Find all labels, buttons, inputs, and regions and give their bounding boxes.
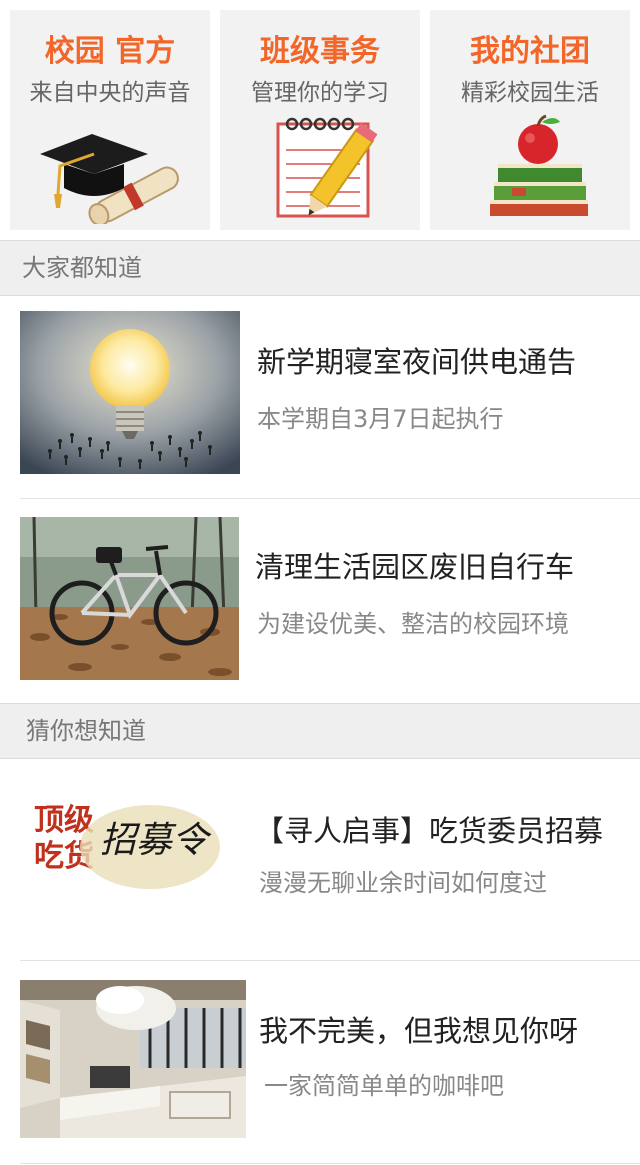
tile-subtitle: 精彩校园生活 xyxy=(461,80,599,106)
tile-title: 校园 官方 xyxy=(44,34,176,69)
section-header-guess-you-want: 猜你想知道 xyxy=(0,703,640,759)
tile-title: 我的社团 xyxy=(470,34,590,69)
tile-class-affairs[interactable]: 班级事务 管理你的学习 xyxy=(220,10,420,230)
section-title: 猜你想知道 xyxy=(26,717,146,745)
tile-title: 班级事务 xyxy=(260,34,380,69)
apple-books-icon xyxy=(490,114,588,216)
cafe-thumbnail xyxy=(20,980,246,1138)
lightbulb-thumbnail xyxy=(20,311,240,474)
notepad-pencil-icon xyxy=(276,117,378,218)
list-item[interactable]: 我不完美，但我想见你呀 一家简简单单的咖啡吧 xyxy=(0,961,640,1165)
list-item[interactable]: 清理生活园区废旧自行车 为建设优美、整洁的校园环境 xyxy=(0,499,640,701)
item-description: 一家简简单单的咖啡吧 xyxy=(264,1072,504,1100)
section-title: 大家都知道 xyxy=(22,254,142,282)
list-item[interactable]: 顶级 吃货 招募令 【寻人启事】吃货委员招募 漫漫无聊业余时间如何度过 xyxy=(0,759,640,961)
bicycle-thumbnail xyxy=(20,517,239,680)
item-title: 新学期寝室夜间供电通告 xyxy=(257,345,577,379)
item-title: 我不完美，但我想见你呀 xyxy=(259,1014,579,1048)
recruit-thumbnail: 顶级 吃货 招募令 xyxy=(20,799,240,897)
tile-subtitle: 管理你的学习 xyxy=(251,80,389,106)
section-header-everyone-knows: 大家都知道 xyxy=(0,240,640,296)
thumb-text: 招募令 xyxy=(100,820,209,861)
item-title: 【寻人启事】吃货委员招募 xyxy=(255,814,604,848)
item-description: 为建设优美、整洁的校园环境 xyxy=(257,610,569,638)
graduation-cap-icon xyxy=(40,134,179,224)
item-title: 清理生活园区废旧自行车 xyxy=(255,550,575,584)
feature-tiles: 校园 官方 来自中央的声音 班级事务 管理你的学习 我的社团 精彩校园生活 xyxy=(0,0,640,240)
tile-campus-official[interactable]: 校园 官方 来自中央的声音 xyxy=(10,10,210,230)
item-description: 本学期自3月7日起执行 xyxy=(257,405,504,433)
tile-subtitle: 来自中央的声音 xyxy=(29,80,191,106)
tile-my-clubs[interactable]: 我的社团 精彩校园生活 xyxy=(430,10,630,230)
list-item[interactable]: 新学期寝室夜间供电通告 本学期自3月7日起执行 xyxy=(0,296,640,498)
divider xyxy=(20,1163,640,1164)
item-description: 漫漫无聊业余时间如何度过 xyxy=(259,869,547,897)
